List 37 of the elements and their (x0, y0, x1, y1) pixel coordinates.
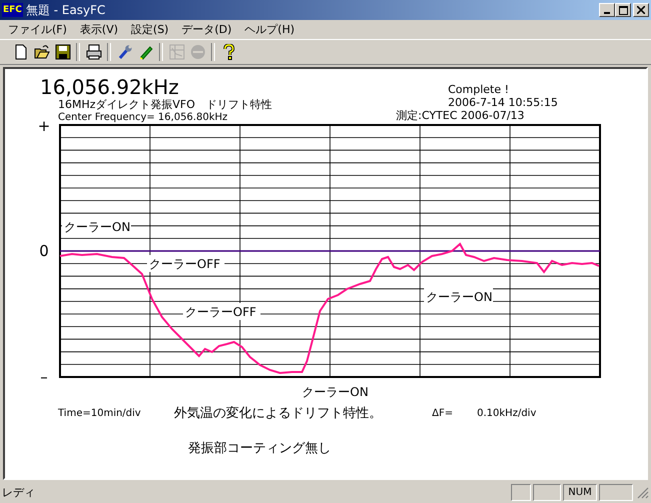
status-indicator: NUM (563, 484, 597, 501)
maximize-button[interactable] (615, 3, 631, 17)
status-pane (533, 484, 561, 501)
graph-annotation: クーラーOFF (185, 305, 256, 319)
menu-item[interactable]: ヘルプ(H) (238, 22, 302, 36)
delta-scale: 0.10kHz/div (477, 408, 536, 418)
time-scale: Time=10min/div (58, 408, 142, 418)
graph-annotation: クーラーON (302, 385, 368, 399)
close-icon (637, 6, 645, 14)
resize-grip-icon (637, 486, 649, 498)
minimize-button[interactable] (599, 3, 615, 17)
app-logo-icon: EFC (2, 3, 23, 17)
axis-label: – (40, 368, 48, 386)
date-time: 2006-7-14 10:55:15 (447, 96, 559, 109)
caption: 外気温の変化によるドリフト特性。 (174, 405, 383, 422)
measured-by: 測定:CYTEC 2006-07/13 (396, 109, 526, 123)
graph-annotation: クーラーON (426, 290, 492, 304)
window-title: 無題 - EasyFC (26, 2, 106, 18)
graph-annotation: クーラーOFF (149, 257, 220, 271)
menu-item[interactable]: データ(D) (176, 22, 239, 36)
status-text: レディ (2, 485, 36, 500)
axis-label: 0 (39, 242, 49, 260)
frequency-reading: 16,056.92kHz (40, 76, 180, 98)
menu-item[interactable]: 設定(S) (125, 22, 176, 36)
maximize-icon (618, 6, 628, 14)
axis-label: + (38, 117, 50, 135)
delta-label: ΔF= (432, 408, 454, 418)
report-title: 16MHzダイレクト発振VFO ドリフト特性 (57, 98, 272, 111)
status-pane (511, 484, 531, 501)
status-pane (599, 484, 633, 501)
status-text: Complete ! (447, 83, 510, 96)
note: 発振部コーティング無し (188, 440, 332, 457)
menu-item[interactable]: 表示(V) (74, 22, 126, 36)
center-frequency: Center Frequency= 16,056.80kHz (57, 111, 229, 124)
menu-item[interactable]: ファイル(F) (2, 22, 74, 36)
graph-annotation: クーラーON (64, 220, 130, 234)
close-button[interactable] (633, 3, 649, 17)
